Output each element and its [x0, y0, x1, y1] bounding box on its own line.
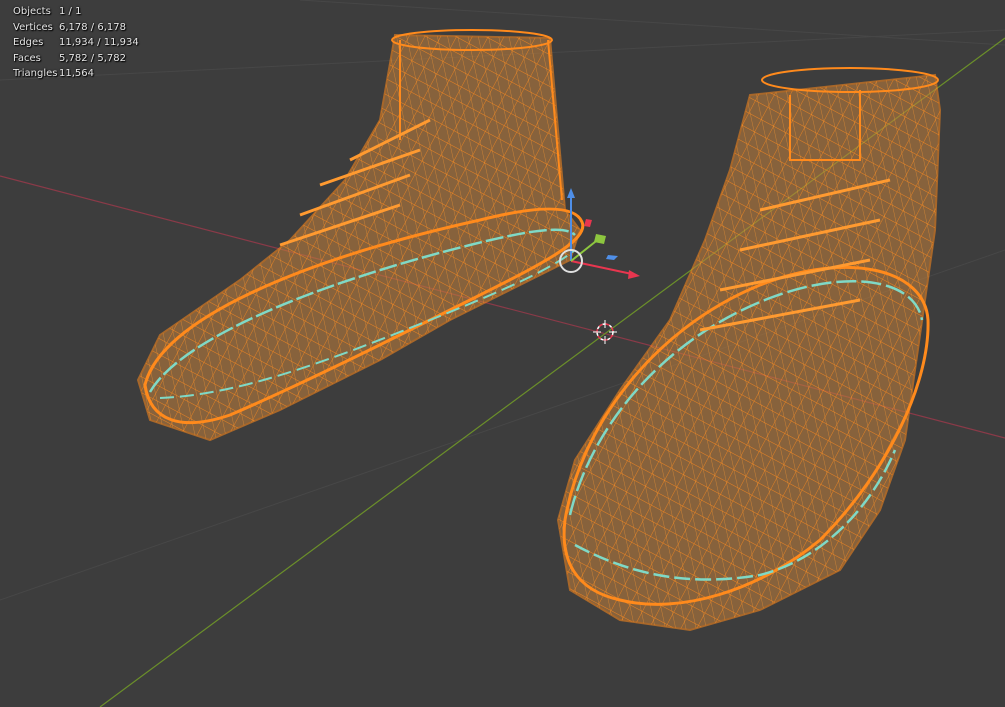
right-shoe-mesh[interactable] [556, 67, 942, 632]
stat-label: Triangles [13, 68, 58, 79]
left-shoe-mesh[interactable] [136, 29, 585, 442]
viewport-scene[interactable] [0, 0, 1005, 707]
stat-value: 1 / 1 [59, 6, 82, 17]
stat-label: Edges [13, 37, 44, 48]
stat-label: Vertices [13, 21, 53, 33]
gizmo-x-arrow-icon[interactable] [628, 270, 640, 279]
stat-value: 5,782 / 5,782 [59, 52, 126, 64]
stat-value: 11,564 [59, 68, 94, 79]
gizmo-z-arrow-icon[interactable] [567, 188, 575, 198]
stat-value: 6,178 / 6,178 [59, 21, 126, 33]
stat-faces: Faces 5,782 / 5,782 [13, 51, 139, 67]
stat-value: 11,934 / 11,934 [59, 37, 139, 48]
stat-label: Faces [13, 52, 41, 64]
stat-edges: Edges 11,934 / 11,934 [13, 35, 139, 51]
gizmo-xy-plane-icon[interactable] [606, 255, 618, 260]
stat-vertices: Vertices 6,178 / 6,178 [13, 20, 139, 36]
gizmo-xz-plane-icon[interactable] [584, 219, 592, 227]
stat-triangles: Triangles 11,564 [13, 66, 139, 82]
stat-label: Objects [13, 6, 51, 17]
stat-objects: Objects 1 / 1 [13, 4, 139, 20]
scene-statistics: Objects 1 / 1 Vertices 6,178 / 6,178 Edg… [13, 4, 139, 82]
transform-gizmo[interactable] [559, 188, 640, 279]
3d-viewport[interactable]: Objects 1 / 1 Vertices 6,178 / 6,178 Edg… [0, 0, 1005, 707]
